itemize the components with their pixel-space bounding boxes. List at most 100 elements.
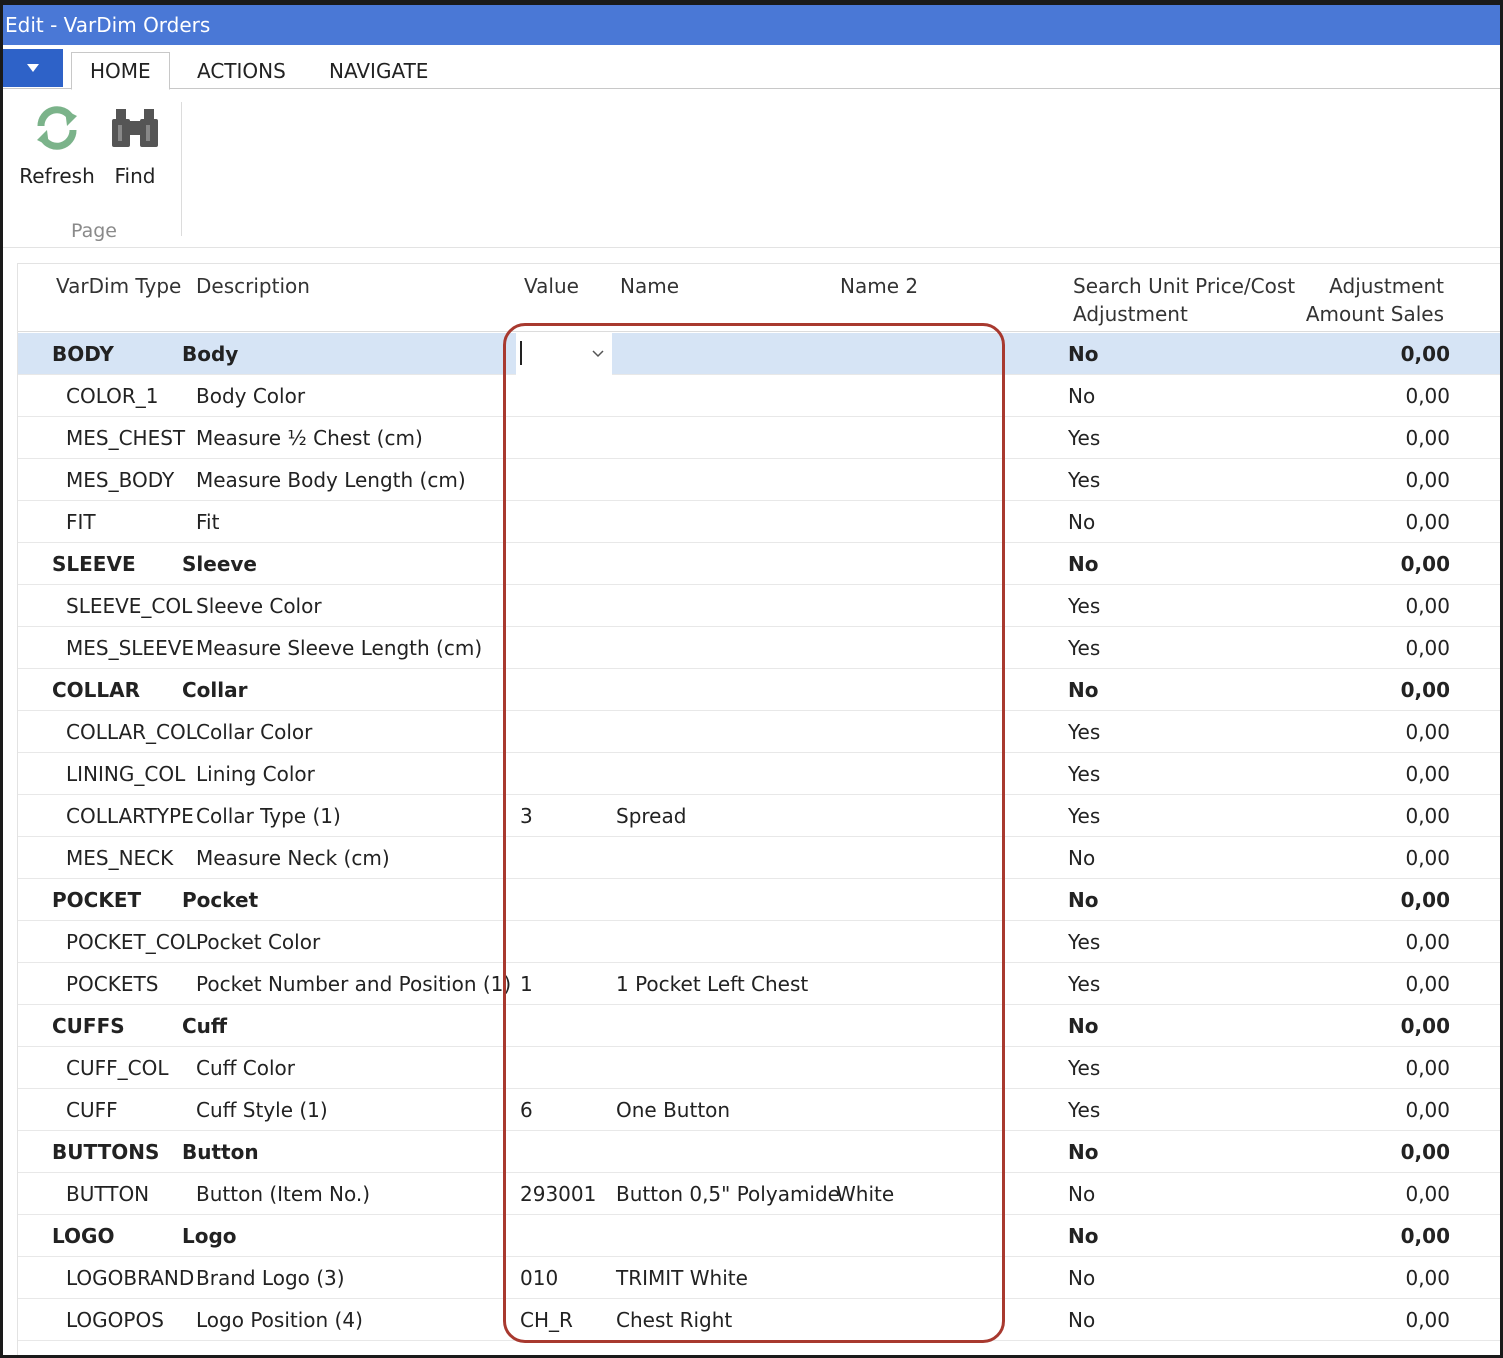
caret-down-icon [27, 64, 39, 72]
cell-description: Logo [182, 1224, 237, 1248]
cell-value[interactable]: 3 [520, 795, 533, 837]
header-adj-line1[interactable]: Adjustment [1329, 272, 1444, 300]
header-search-line1[interactable]: Search Unit Price/Cost [1073, 272, 1295, 300]
table-row[interactable]: BUTTON Button (Item No.) 293001 Button 0,5"… [18, 1173, 1500, 1215]
table-row[interactable]: CUFF_COL Cuff Color Yes 0,00 [18, 1047, 1500, 1089]
cell-search-adjustment: Yes [1068, 930, 1101, 954]
cell-adjustment-amount: 0,00 [1405, 510, 1450, 534]
cell-search-adjustment: No [1068, 384, 1096, 408]
cell-vardim-type: BODY [52, 342, 114, 366]
table-row[interactable]: COLLAR_COL Collar Color Yes 0,00 [18, 711, 1500, 753]
cell-description: Cuff [182, 1014, 228, 1038]
cell-adjustment-amount: 0,00 [1405, 846, 1450, 870]
header-value[interactable]: Value [524, 272, 579, 300]
cell-value[interactable]: 293001 [520, 1173, 596, 1215]
table-row[interactable]: COLLARTYPE Collar Type (1) 3 Spread Yes 0,00 [18, 795, 1500, 837]
cell-value[interactable]: 1 [520, 963, 533, 1005]
header-description[interactable]: Description [196, 272, 310, 300]
cell-vardim-type: COLOR_1 [66, 384, 159, 408]
header-name[interactable]: Name [620, 272, 679, 300]
cell-value[interactable]: CH_R [520, 1299, 573, 1341]
cell-vardim-type: LOGOPOS [66, 1308, 164, 1332]
table-row[interactable]: MES_CHEST Measure ½ Chest (cm) Yes 0,00 [18, 417, 1500, 459]
table-row[interactable]: CUFF Cuff Style (1) 6 One Button Yes 0,00 [18, 1089, 1500, 1131]
cell-search-adjustment: Yes [1068, 972, 1101, 996]
chevron-down-icon[interactable] [592, 347, 604, 359]
table-row[interactable]: COLLAR Collar No 0,00 [18, 669, 1500, 711]
cell-adjustment-amount: 0,00 [1400, 888, 1450, 912]
cell-search-adjustment: No [1068, 1266, 1096, 1290]
cell-name: TRIMIT White [616, 1266, 748, 1290]
refresh-button[interactable]: Refresh [17, 100, 97, 188]
cell-vardim-type: LOGOBRAND [66, 1266, 195, 1290]
cell-search-adjustment: Yes [1068, 720, 1101, 744]
cell-description: Body Color [196, 384, 306, 408]
cell-vardim-type: MES_CHEST [66, 426, 186, 450]
cell-vardim-type: COLLAR [52, 678, 141, 702]
table-row[interactable]: LOGOBRAND Brand Logo (3) 010 TRIMIT White No… [18, 1257, 1500, 1299]
table-row[interactable]: POCKET_COL Pocket Color Yes 0,00 [18, 921, 1500, 963]
cell-adjustment-amount: 0,00 [1405, 594, 1450, 618]
find-label: Find [114, 164, 156, 188]
cell-description: Pocket Number and Position (1) [196, 972, 512, 996]
cell-search-adjustment: Yes [1068, 594, 1101, 618]
table-row[interactable]: FIT Fit No 0,00 [18, 501, 1500, 543]
ribbon-body: Refresh Find Page [3, 90, 1500, 248]
cell-adjustment-amount: 0,00 [1405, 1266, 1450, 1290]
cell-adjustment-amount: 0,00 [1400, 1014, 1450, 1038]
cell-value[interactable]: 6 [520, 1089, 533, 1131]
cell-search-adjustment: No [1068, 1182, 1096, 1206]
cell-value[interactable]: 010 [520, 1257, 558, 1299]
table-row[interactable]: LINING_COL Lining Color Yes 0,00 [18, 753, 1500, 795]
cell-adjustment-amount: 0,00 [1405, 468, 1450, 492]
cell-description: Brand Logo (3) [196, 1266, 345, 1290]
header-search-line2[interactable]: Adjustment [1073, 300, 1188, 328]
cell-description: Cuff Style (1) [196, 1098, 328, 1122]
cell-description: Measure Neck (cm) [196, 846, 390, 870]
cell-search-adjustment: Yes [1068, 1056, 1101, 1080]
ribbon-group-label: Page [71, 220, 117, 242]
cell-name: Button 0,5" Polyamide [616, 1182, 840, 1206]
app-window: Edit - VarDim Orders HOME ACTIONS NAVIGA… [0, 0, 1503, 1358]
table-row[interactable]: CUFFS Cuff No 0,00 [18, 1005, 1500, 1047]
table-row[interactable]: POCKETS Pocket Number and Position (1) 1 1 … [18, 963, 1500, 1005]
tab-actions[interactable]: ACTIONS [197, 53, 286, 89]
grid-rows: BODY Body No 0,00 COLOR_1 Body Color No 0,00 MES… [18, 333, 1500, 1341]
cell-search-adjustment: No [1068, 1224, 1099, 1248]
table-row[interactable]: MES_NECK Measure Neck (cm) No 0,00 [18, 837, 1500, 879]
table-row[interactable]: BODY Body No 0,00 [18, 333, 1500, 375]
cell-vardim-type: CUFF_COL [66, 1056, 169, 1080]
cell-search-adjustment: Yes [1068, 1098, 1101, 1122]
table-row[interactable]: BUTTONS Button No 0,00 [18, 1131, 1500, 1173]
cell-vardim-type: POCKETS [66, 972, 159, 996]
table-row[interactable]: MES_BODY Measure Body Length (cm) Yes 0,00 [18, 459, 1500, 501]
vardim-grid: VarDim Type Description Value Name Name … [17, 263, 1500, 1355]
refresh-icon [29, 100, 85, 156]
cell-vardim-type: SLEEVE_COL [66, 594, 193, 618]
find-button[interactable]: Find [95, 100, 175, 188]
cell-description: Measure Sleeve Length (cm) [196, 636, 483, 660]
cell-adjustment-amount: 0,00 [1400, 342, 1450, 366]
cell-adjustment-amount: 0,00 [1405, 636, 1450, 660]
cell-search-adjustment: No [1068, 342, 1099, 366]
table-row[interactable]: SLEEVE Sleeve No 0,00 [18, 543, 1500, 585]
table-row[interactable]: POCKET Pocket No 0,00 [18, 879, 1500, 921]
window-title: Edit - VarDim Orders [5, 13, 211, 37]
table-row[interactable]: LOGOPOS Logo Position (4) CH_R Chest Right N… [18, 1299, 1500, 1341]
header-adj-line2[interactable]: Amount Sales [1306, 300, 1444, 328]
tab-home[interactable]: HOME [71, 52, 170, 90]
header-vardim-type[interactable]: VarDim Type [56, 272, 181, 300]
cell-adjustment-amount: 0,00 [1405, 930, 1450, 954]
table-row[interactable]: MES_SLEEVE Measure Sleeve Length (cm) Yes 0… [18, 627, 1500, 669]
cell-description: Button (Item No.) [196, 1182, 371, 1206]
cell-adjustment-amount: 0,00 [1405, 384, 1450, 408]
table-row[interactable]: SLEEVE_COL Sleeve Color Yes 0,00 [18, 585, 1500, 627]
value-dropdown-editor[interactable] [516, 333, 612, 375]
cell-search-adjustment: Yes [1068, 762, 1101, 786]
table-row[interactable]: COLOR_1 Body Color No 0,00 [18, 375, 1500, 417]
table-row[interactable]: LOGO Logo No 0,00 [18, 1215, 1500, 1257]
app-menu-button[interactable] [3, 49, 63, 87]
cell-search-adjustment: No [1068, 888, 1099, 912]
header-name2[interactable]: Name 2 [840, 272, 918, 300]
tab-navigate[interactable]: NAVIGATE [329, 53, 428, 89]
